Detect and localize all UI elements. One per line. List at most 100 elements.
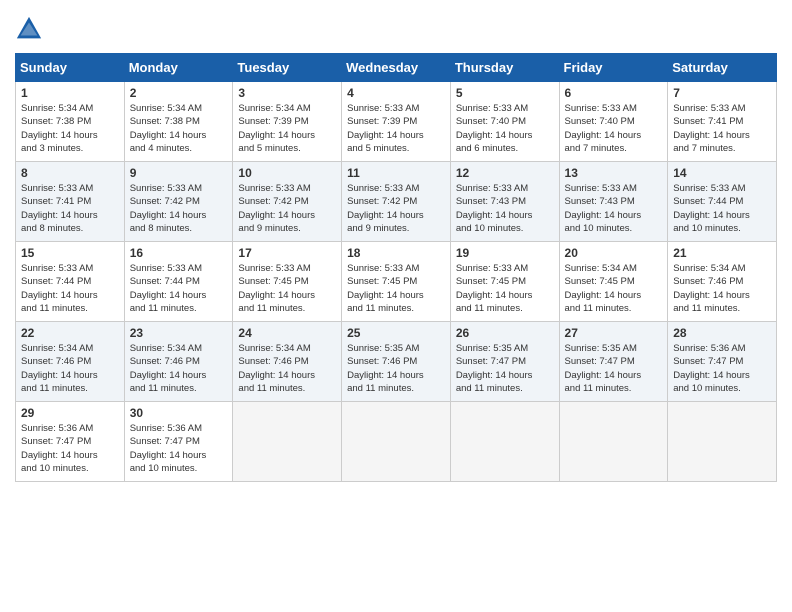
day-number: 28 [673,326,771,340]
day-info-line: and 11 minutes. [238,382,336,395]
day-info-line: Sunset: 7:45 PM [347,275,445,288]
day-info-line: Sunrise: 5:33 AM [456,182,554,195]
day-info-line: Sunset: 7:43 PM [565,195,663,208]
day-info-line: Daylight: 14 hours [238,209,336,222]
day-info-line: and 11 minutes. [565,302,663,315]
day-info-line: Sunrise: 5:35 AM [565,342,663,355]
day-info-line: Sunset: 7:44 PM [130,275,228,288]
day-info-line: Sunrise: 5:34 AM [130,102,228,115]
day-info-line: Sunset: 7:42 PM [238,195,336,208]
day-info: Sunrise: 5:33 AMSunset: 7:45 PMDaylight:… [456,262,554,315]
day-info: Sunrise: 5:33 AMSunset: 7:42 PMDaylight:… [130,182,228,235]
day-info: Sunrise: 5:33 AMSunset: 7:40 PMDaylight:… [565,102,663,155]
day-info-line: Daylight: 14 hours [673,369,771,382]
day-number: 3 [238,86,336,100]
day-info: Sunrise: 5:36 AMSunset: 7:47 PMDaylight:… [21,422,119,475]
table-row: 11Sunrise: 5:33 AMSunset: 7:42 PMDayligh… [342,162,451,242]
day-info-line: Daylight: 14 hours [130,129,228,142]
table-row: 3Sunrise: 5:34 AMSunset: 7:39 PMDaylight… [233,82,342,162]
day-info-line: Daylight: 14 hours [565,129,663,142]
day-info-line: and 8 minutes. [21,222,119,235]
day-info-line: Sunset: 7:46 PM [673,275,771,288]
table-row: 24Sunrise: 5:34 AMSunset: 7:46 PMDayligh… [233,322,342,402]
day-info-line: Daylight: 14 hours [347,209,445,222]
day-number: 14 [673,166,771,180]
day-info-line: Daylight: 14 hours [130,449,228,462]
day-info-line: Sunrise: 5:33 AM [130,182,228,195]
day-info: Sunrise: 5:36 AMSunset: 7:47 PMDaylight:… [673,342,771,395]
day-info-line: Sunset: 7:45 PM [565,275,663,288]
day-info-line: and 11 minutes. [21,382,119,395]
table-row: 2 Sunrise: 5:34 AMSunset: 7:38 PMDaylight… [124,82,233,162]
day-info: Sunrise: 5:33 AMSunset: 7:41 PMDaylight:… [673,102,771,155]
day-info-line: Daylight: 14 hours [130,289,228,302]
day-number: 2 [130,86,228,100]
logo [15,15,47,43]
day-info-line: Sunset: 7:39 PM [238,115,336,128]
day-info-line: Sunrise: 5:33 AM [21,262,119,275]
day-info-line: and 10 minutes. [673,382,771,395]
day-number: 4 [347,86,445,100]
day-number: 9 [130,166,228,180]
day-number: 22 [21,326,119,340]
day-number: 19 [456,246,554,260]
day-number: 5 [456,86,554,100]
day-info: Sunrise: 5:33 AMSunset: 7:44 PMDaylight:… [130,262,228,315]
day-info-line: Sunrise: 5:35 AM [347,342,445,355]
day-number: 21 [673,246,771,260]
day-info-line: Sunset: 7:45 PM [456,275,554,288]
day-info-line: Sunrise: 5:34 AM [565,262,663,275]
day-info-line: and 11 minutes. [238,302,336,315]
table-row: 18Sunrise: 5:33 AMSunset: 7:45 PMDayligh… [342,242,451,322]
table-row: 15Sunrise: 5:33 AMSunset: 7:44 PMDayligh… [16,242,125,322]
day-info: Sunrise: 5:33 AMSunset: 7:44 PMDaylight:… [21,262,119,315]
day-info-line: Daylight: 14 hours [21,129,119,142]
table-row: 14 Sunrise: 5:33 AMSunset: 7:44 PMDayligh… [668,162,777,242]
day-info-line: Sunset: 7:47 PM [456,355,554,368]
day-info: Sunrise: 5:33 AMSunset: 7:45 PMDaylight:… [238,262,336,315]
table-row [233,402,342,482]
day-info-line: Sunrise: 5:33 AM [565,102,663,115]
table-row: 9 Sunrise: 5:33 AMSunset: 7:42 PMDaylight… [124,162,233,242]
day-info-line: Daylight: 14 hours [238,289,336,302]
table-row: 5Sunrise: 5:33 AMSunset: 7:40 PMDaylight… [450,82,559,162]
day-info-line: Daylight: 14 hours [238,369,336,382]
table-row: 4Sunrise: 5:33 AMSunset: 7:39 PMDaylight… [342,82,451,162]
day-info-line: and 5 minutes. [347,142,445,155]
day-number: 24 [238,326,336,340]
day-info-line: Daylight: 14 hours [673,129,771,142]
day-info-line: and 11 minutes. [565,382,663,395]
day-info-line: Sunset: 7:40 PM [456,115,554,128]
day-info-line: Daylight: 14 hours [565,369,663,382]
day-info-line: Sunrise: 5:33 AM [238,182,336,195]
day-info-line: Daylight: 14 hours [673,209,771,222]
table-row [342,402,451,482]
day-info-line: Sunset: 7:41 PM [673,115,771,128]
day-info-line: Daylight: 14 hours [21,289,119,302]
day-info: Sunrise: 5:36 AMSunset: 7:47 PMDaylight:… [130,422,228,475]
day-info-line: Sunrise: 5:33 AM [673,102,771,115]
day-info-line: and 11 minutes. [21,302,119,315]
day-info: Sunrise: 5:34 AMSunset: 7:45 PMDaylight:… [565,262,663,315]
day-info-line: Daylight: 14 hours [347,289,445,302]
day-info-line: Daylight: 14 hours [456,289,554,302]
week-row-5: 29Sunrise: 5:36 AMSunset: 7:47 PMDayligh… [16,402,777,482]
day-info-line: Sunrise: 5:36 AM [21,422,119,435]
day-info-line: Sunrise: 5:34 AM [21,102,119,115]
header-tuesday: Tuesday [233,54,342,82]
day-info-line: and 11 minutes. [347,302,445,315]
day-info: Sunrise: 5:33 AMSunset: 7:44 PMDaylight:… [673,182,771,235]
table-row [668,402,777,482]
day-info-line: Sunset: 7:46 PM [238,355,336,368]
day-info-line: and 10 minutes. [565,222,663,235]
day-info-line: Sunset: 7:47 PM [673,355,771,368]
day-info-line: Sunrise: 5:36 AM [130,422,228,435]
day-info-line: Daylight: 14 hours [238,129,336,142]
day-number: 26 [456,326,554,340]
day-info-line: Sunset: 7:47 PM [21,435,119,448]
day-info-line: and 10 minutes. [456,222,554,235]
day-number: 13 [565,166,663,180]
table-row: 30Sunrise: 5:36 AMSunset: 7:47 PMDayligh… [124,402,233,482]
day-info-line: Sunset: 7:41 PM [21,195,119,208]
day-info-line: Sunset: 7:38 PM [130,115,228,128]
